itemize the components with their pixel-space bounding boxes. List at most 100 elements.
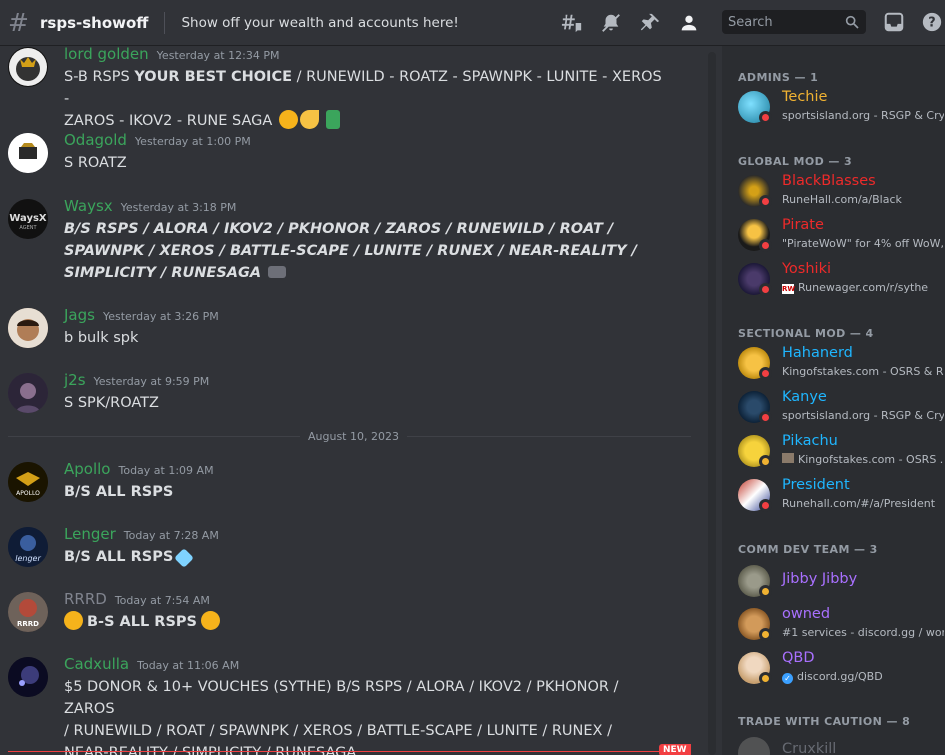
dnd-status-icon <box>759 239 772 252</box>
message-content: B/S ALL RSPS <box>64 546 664 568</box>
member-activity: Kingofstakes.com - OSRS & R... <box>782 365 944 378</box>
member-name: QBD <box>782 650 815 666</box>
pin-icon[interactable] <box>638 11 662 35</box>
username[interactable]: Jags <box>64 306 95 324</box>
avatar[interactable] <box>8 308 48 348</box>
svg-text:APOLLO: APOLLO <box>16 490 40 497</box>
sunglasses-emoji-icon <box>268 266 287 278</box>
member-avatar <box>738 737 770 755</box>
member-activity: sportsisland.org - RSGP & Cry... <box>782 109 944 122</box>
member-item[interactable]: Jibby Jibby <box>738 563 943 603</box>
search-input[interactable] <box>728 14 838 30</box>
member-name: Yoshiki <box>782 261 832 277</box>
member-activity: Kingofstakes.com - OSRS ... <box>782 453 944 466</box>
username[interactable]: Lenger <box>64 525 116 543</box>
salute-emoji-icon <box>201 611 220 630</box>
text-channel-icon: # <box>8 8 29 37</box>
channel-name: rsps-showoff <box>40 13 149 32</box>
message-text: S-B RSPS <box>64 69 135 85</box>
message-content: S ROATZ <box>64 155 127 171</box>
idle-status-icon <box>759 455 772 468</box>
avatar[interactable]: lenger <box>8 527 48 567</box>
member-name: President <box>782 477 850 493</box>
dnd-status-icon <box>759 367 772 380</box>
member-item[interactable]: QBD ✓ discord.gg/QBD <box>738 650 943 690</box>
message-content: S SPK/ROATZ <box>64 395 159 411</box>
inbox-icon[interactable] <box>883 11 905 37</box>
avatar[interactable] <box>8 133 48 173</box>
member-item[interactable]: Yoshiki RW Runewager.com/r/sythe <box>738 261 943 301</box>
member-item[interactable]: Kanye sportsisland.org - RSGP & Cry... <box>738 389 944 429</box>
svg-text:AGENT: AGENT <box>19 225 37 231</box>
message-list: lord golden Yesterday at 12:34 PM S-B RS… <box>0 46 712 755</box>
date-divider: August 10, 2023 <box>300 430 407 443</box>
dnd-status-icon <box>759 111 772 124</box>
member-name: Cruxkill <box>782 741 837 755</box>
avatar[interactable]: RRRD <box>8 592 48 632</box>
member-activity: RW Runewager.com/r/sythe <box>782 281 944 294</box>
avatar[interactable] <box>8 657 48 697</box>
message-text: B/S ALL RSPS <box>64 549 174 565</box>
member-name: Jibby Jibby <box>782 571 858 587</box>
timestamp: Today at 1:09 AM <box>118 464 214 477</box>
message-text: NEAR-REALITY / SIMPLICITY / RUNESAGA. <box>64 745 361 755</box>
message-text: SIMPLICITY / RUNESAGA <box>64 265 267 281</box>
username[interactable]: Apollo <box>64 460 110 478</box>
username[interactable]: Odagold <box>64 131 127 149</box>
member-activity: sportsisland.org - RSGP & Cry... <box>782 409 944 422</box>
username[interactable]: Cadxulla <box>64 655 129 673</box>
username[interactable]: lord golden <box>64 46 149 63</box>
moon-emoji-icon <box>299 110 319 129</box>
avatar[interactable]: WaysX AGENT <box>8 199 48 239</box>
member-item[interactable]: owned #1 services - discord.gg / wor... <box>738 606 944 646</box>
sun-emoji-icon <box>278 110 298 129</box>
timestamp: Today at 11:06 AM <box>137 659 240 672</box>
timestamp: Yesterday at 3:18 PM <box>120 201 237 214</box>
timestamp: Yesterday at 3:26 PM <box>102 310 219 323</box>
dnd-status-icon <box>759 283 772 296</box>
message-text: B/S RSPS / ALORA / IKOV2 / PKHONOR / ZAR… <box>64 221 614 237</box>
member-item[interactable]: Cruxkill <box>738 735 943 755</box>
message-content: B/S RSPS / ALORA / IKOV2 / PKHONOR / ZAR… <box>64 218 664 284</box>
member-item[interactable]: BlackBlasses RuneHall.com/a/Black <box>738 173 943 213</box>
dnd-status-icon <box>759 499 772 512</box>
member-item[interactable]: Pikachu Kingofstakes.com - OSRS ... <box>738 433 944 473</box>
member-activity-text: Kingofstakes.com - OSRS ... <box>798 453 944 466</box>
member-name: Techie <box>782 89 828 105</box>
verified-check-icon: ✓ <box>782 673 793 684</box>
member-item[interactable]: Hahanerd Kingofstakes.com - OSRS & R... <box>738 345 944 385</box>
idle-status-icon <box>759 585 772 598</box>
member-item[interactable]: President Runehall.com/#/a/President <box>738 477 943 517</box>
member-name: owned <box>782 606 831 622</box>
timestamp: Today at 7:28 AM <box>123 529 219 542</box>
help-icon[interactable]: ? <box>921 11 943 37</box>
avatar[interactable] <box>8 373 48 413</box>
member-group-title: COMM DEV TEAM — 3 <box>738 543 878 556</box>
avatar[interactable] <box>8 47 48 87</box>
search-box[interactable] <box>722 10 866 34</box>
username[interactable]: Waysx <box>64 197 113 215</box>
username[interactable]: RRRD <box>64 590 107 608</box>
member-list-icon[interactable] <box>677 11 701 35</box>
salute-emoji-icon <box>64 611 83 630</box>
notification-mute-icon[interactable] <box>599 11 623 35</box>
idle-status-icon <box>759 672 772 685</box>
member-name: BlackBlasses <box>782 173 876 189</box>
username[interactable]: j2s <box>64 371 86 389</box>
member-name: Hahanerd <box>782 345 853 361</box>
channel-topic[interactable]: Show off your wealth and accounts here! <box>181 15 458 31</box>
member-item[interactable]: Pirate "PirateWoW" for 4% off WoW, ... <box>738 217 944 257</box>
member-activity: #1 services - discord.gg / wor... <box>782 626 944 639</box>
message-text: B-S ALL RSPS <box>87 614 197 630</box>
member-item[interactable]: Techie sportsisland.org - RSGP & Cry... <box>738 89 944 129</box>
gem-emoji-icon <box>174 548 195 568</box>
avatar[interactable]: APOLLO <box>8 462 48 502</box>
new-messages-badge[interactable]: NEW <box>659 744 691 755</box>
threads-icon[interactable] <box>560 11 584 35</box>
svg-text:?: ? <box>928 16 935 31</box>
activity-icon <box>782 453 794 463</box>
member-group-title: SECTIONAL MOD — 4 <box>738 327 874 340</box>
timestamp: Yesterday at 12:34 PM <box>156 49 280 62</box>
dnd-status-icon <box>759 195 772 208</box>
message-scrollbar[interactable] <box>708 52 716 755</box>
